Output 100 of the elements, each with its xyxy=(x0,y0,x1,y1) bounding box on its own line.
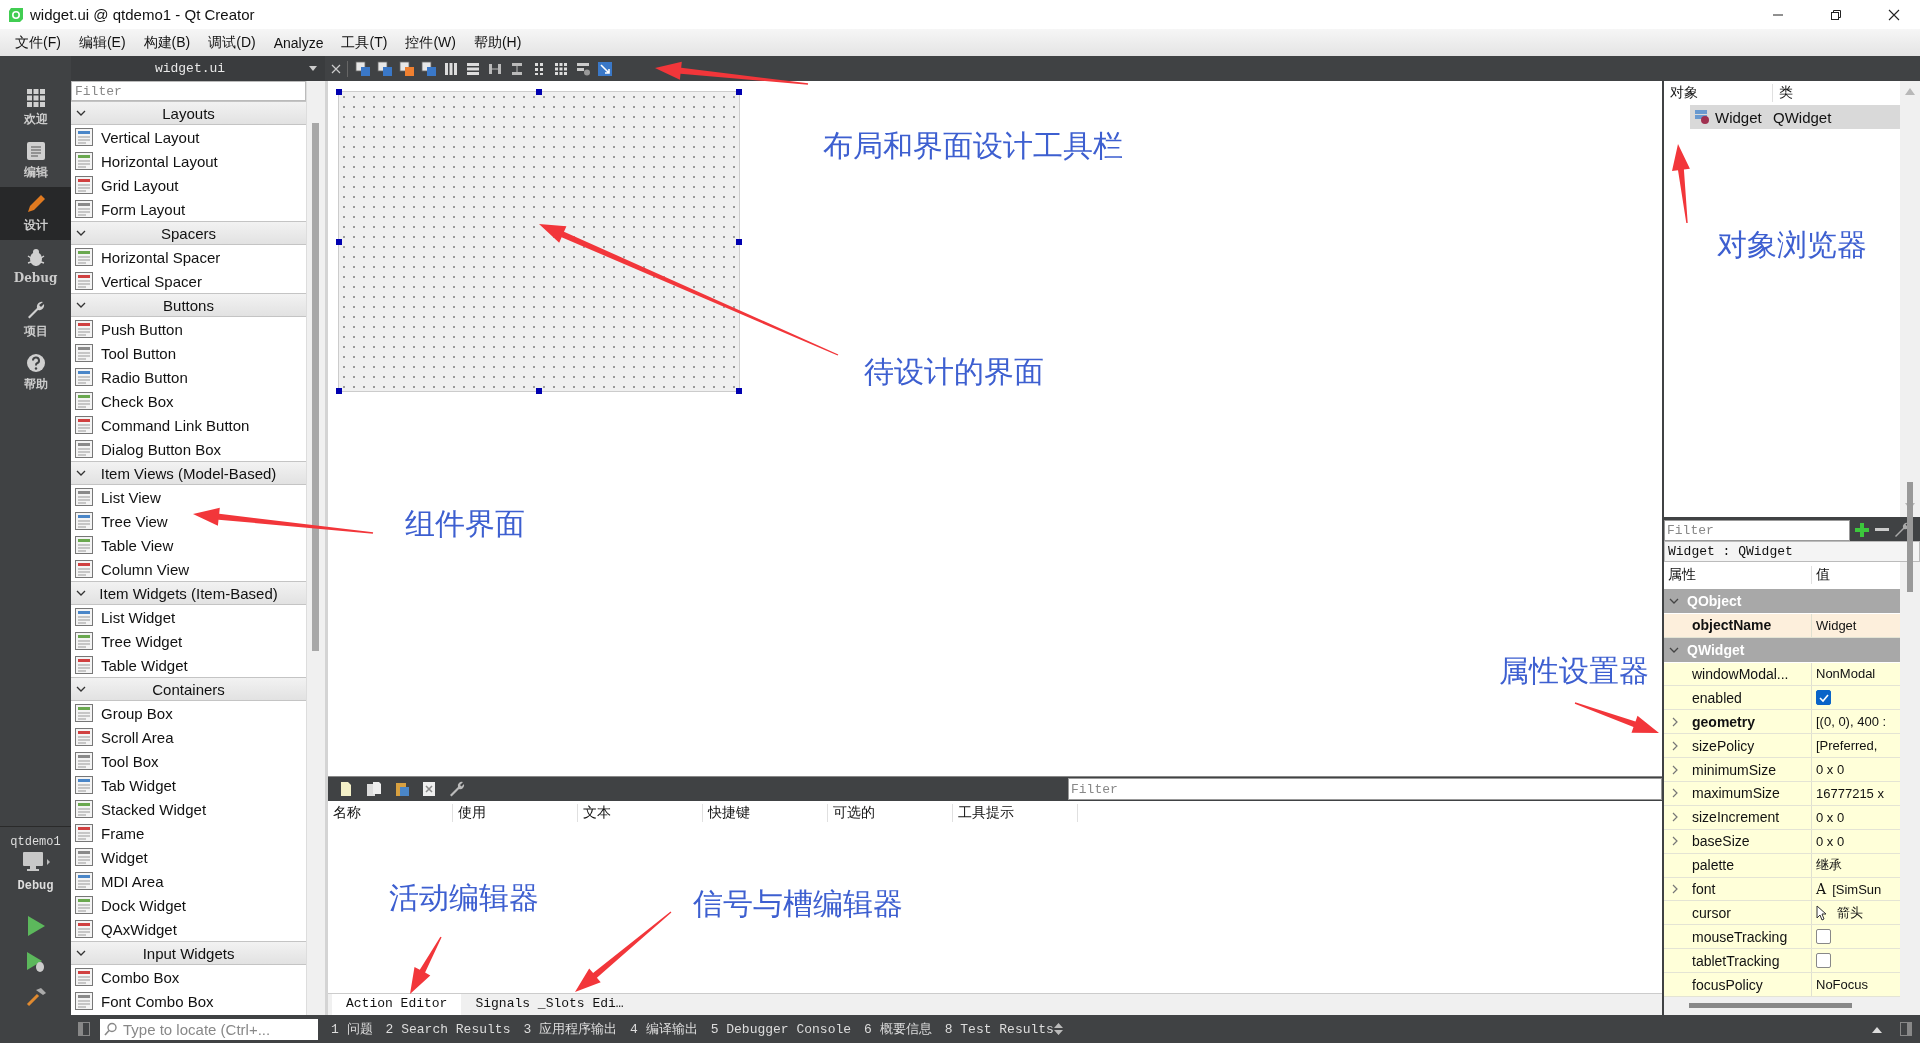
widget-item[interactable]: Font Combo Box xyxy=(71,989,307,1013)
widget-item[interactable]: Table View xyxy=(71,533,307,557)
delete-icon[interactable] xyxy=(421,781,437,797)
mode-tab[interactable]: 项目 xyxy=(0,293,71,346)
build-config[interactable]: Debug xyxy=(17,879,54,893)
menu-item[interactable]: 调试(D) xyxy=(199,33,265,52)
widget-item[interactable]: Horizontal Layout xyxy=(71,149,307,173)
category-header[interactable]: Item Views (Model-Based) xyxy=(71,461,307,485)
layout-tool-icon[interactable] xyxy=(377,60,393,77)
column-header[interactable]: 名称 xyxy=(328,804,453,822)
mode-tab[interactable]: 帮助 xyxy=(0,346,71,399)
filter-field[interactable]: Filter xyxy=(1664,519,1850,541)
output-pane-button[interactable]: 3 应用程序输出 xyxy=(523,1020,618,1038)
expand-icon[interactable] xyxy=(1671,716,1679,727)
paste-icon[interactable] xyxy=(394,781,410,797)
widget-item[interactable]: Check Box xyxy=(71,389,307,413)
menu-item[interactable]: 工具(T) xyxy=(332,33,397,52)
filter-field[interactable]: Filter xyxy=(71,81,307,101)
resize-handle[interactable] xyxy=(336,238,342,245)
widget-item[interactable]: Group Box xyxy=(71,701,307,725)
property-row[interactable]: objectName Widget xyxy=(1664,613,1900,638)
widget-item[interactable]: Grid Layout xyxy=(71,173,307,197)
widget-item[interactable]: Tree View xyxy=(71,509,307,533)
widget-item[interactable]: Tool Box xyxy=(71,749,307,773)
property-value[interactable]: 0 x 0 xyxy=(1816,809,1845,825)
copy-icon[interactable] xyxy=(365,781,383,797)
mode-tab[interactable]: 设计 xyxy=(0,187,71,240)
layout-tool-icon[interactable] xyxy=(443,60,459,77)
expand-icon[interactable] xyxy=(1671,836,1679,847)
new-action-icon[interactable] xyxy=(338,781,354,797)
menu-item[interactable]: 编辑(E) xyxy=(69,33,135,52)
menu-item[interactable]: Analyze xyxy=(264,34,333,51)
layout-tool-icon[interactable] xyxy=(421,60,437,77)
hammer-icon[interactable] xyxy=(24,987,47,1007)
widget-item[interactable]: List Widget xyxy=(71,605,307,629)
mode-tab[interactable]: 编辑 xyxy=(0,134,71,187)
resize-handle[interactable] xyxy=(336,89,342,95)
column-header[interactable]: 属性 xyxy=(1664,566,1812,585)
property-value[interactable]: NonModal xyxy=(1816,666,1876,682)
debug-run-icon[interactable] xyxy=(24,951,47,973)
widget-item[interactable]: QAxWidget xyxy=(71,917,307,941)
property-row[interactable]: font A [SimSun xyxy=(1664,877,1900,902)
property-row[interactable]: palette 继承 xyxy=(1664,853,1900,878)
menu-item[interactable]: 控件(W) xyxy=(396,33,465,52)
property-row[interactable]: sizePolicy [Preferred, xyxy=(1664,734,1900,759)
column-header[interactable]: 使用 xyxy=(453,804,578,822)
resize-handle[interactable] xyxy=(736,238,742,245)
output-pane-button[interactable]: 4 编译输出 xyxy=(630,1020,698,1038)
property-value[interactable]: 0 x 0 xyxy=(1816,762,1845,778)
close-icon[interactable] xyxy=(1888,8,1900,21)
property-value[interactable]: [Preferred, xyxy=(1816,738,1878,754)
expand-icon[interactable] xyxy=(1671,788,1679,799)
restore-icon[interactable] xyxy=(1830,8,1842,21)
property-value[interactable]: 0 x 0 xyxy=(1816,833,1845,849)
widget-item[interactable]: Push Button xyxy=(71,317,307,341)
column-header[interactable]: 工具提示 xyxy=(953,804,1078,822)
output-pane-button[interactable]: 6 概要信息 xyxy=(864,1020,932,1038)
category-header[interactable]: Item Widgets (Item-Based) xyxy=(71,581,307,605)
checkbox[interactable] xyxy=(1816,953,1831,969)
resize-handle[interactable] xyxy=(336,388,342,394)
property-row[interactable]: geometry [(0, 0), 400 : xyxy=(1664,710,1900,735)
output-pane-button[interactable]: 8 Test Results xyxy=(944,1021,1054,1037)
checkbox[interactable] xyxy=(1816,690,1831,706)
run-icon[interactable] xyxy=(25,915,46,937)
widget-item[interactable]: Table Widget xyxy=(71,653,307,677)
checkbox[interactable] xyxy=(1816,929,1831,945)
mode-tab[interactable]: Debug xyxy=(0,240,71,293)
column-header[interactable]: 快捷键 xyxy=(703,804,828,822)
expand-icon[interactable] xyxy=(1671,884,1679,894)
expand-icon[interactable] xyxy=(1671,812,1679,823)
widget-item[interactable]: Tree Widget xyxy=(71,629,307,653)
sidebar-toggle-icon[interactable] xyxy=(1900,1022,1912,1036)
layout-tool-icon[interactable] xyxy=(597,60,613,77)
output-pane-button[interactable]: 1 问题 xyxy=(331,1020,373,1038)
column-header[interactable]: 对象 xyxy=(1664,84,1773,102)
property-row[interactable]: tabletTracking xyxy=(1664,949,1900,974)
column-header[interactable]: 值 xyxy=(1812,566,1830,585)
scrollbar-thumb[interactable] xyxy=(312,123,320,651)
widget-item[interactable]: Tab Widget xyxy=(71,773,307,797)
property-row[interactable]: focusPolicy NoFocus xyxy=(1664,973,1900,997)
widget-item[interactable]: MDI Area xyxy=(71,869,307,893)
widget-item[interactable]: Vertical Spacer xyxy=(71,269,307,293)
output-pane-button[interactable]: 2 Search Results xyxy=(385,1021,511,1037)
layout-tool-icon[interactable] xyxy=(355,60,371,77)
widget-item[interactable]: Dock Widget xyxy=(71,893,307,917)
up-arrow-icon[interactable] xyxy=(1872,1025,1882,1033)
property-value[interactable]: [(0, 0), 400 : xyxy=(1816,714,1887,730)
widget-item[interactable]: Form Layout xyxy=(71,197,307,221)
menu-item[interactable]: 帮助(H) xyxy=(464,33,531,52)
property-row[interactable]: minimumSize 0 x 0 xyxy=(1664,758,1900,782)
add-icon[interactable] xyxy=(1854,522,1870,538)
sidebar-toggle-icon[interactable] xyxy=(78,1022,90,1036)
mode-tab[interactable]: 欢迎 xyxy=(0,81,71,134)
widget-item[interactable]: Stacked Widget xyxy=(71,797,307,821)
category-header[interactable]: Buttons xyxy=(71,293,307,317)
category-header[interactable]: Input Widgets xyxy=(71,941,307,965)
layout-tool-icon[interactable] xyxy=(509,60,525,77)
menu-item[interactable]: 文件(F) xyxy=(6,33,70,52)
column-header[interactable]: 文本 xyxy=(578,804,703,822)
property-value[interactable]: 继承 xyxy=(1816,856,1842,875)
